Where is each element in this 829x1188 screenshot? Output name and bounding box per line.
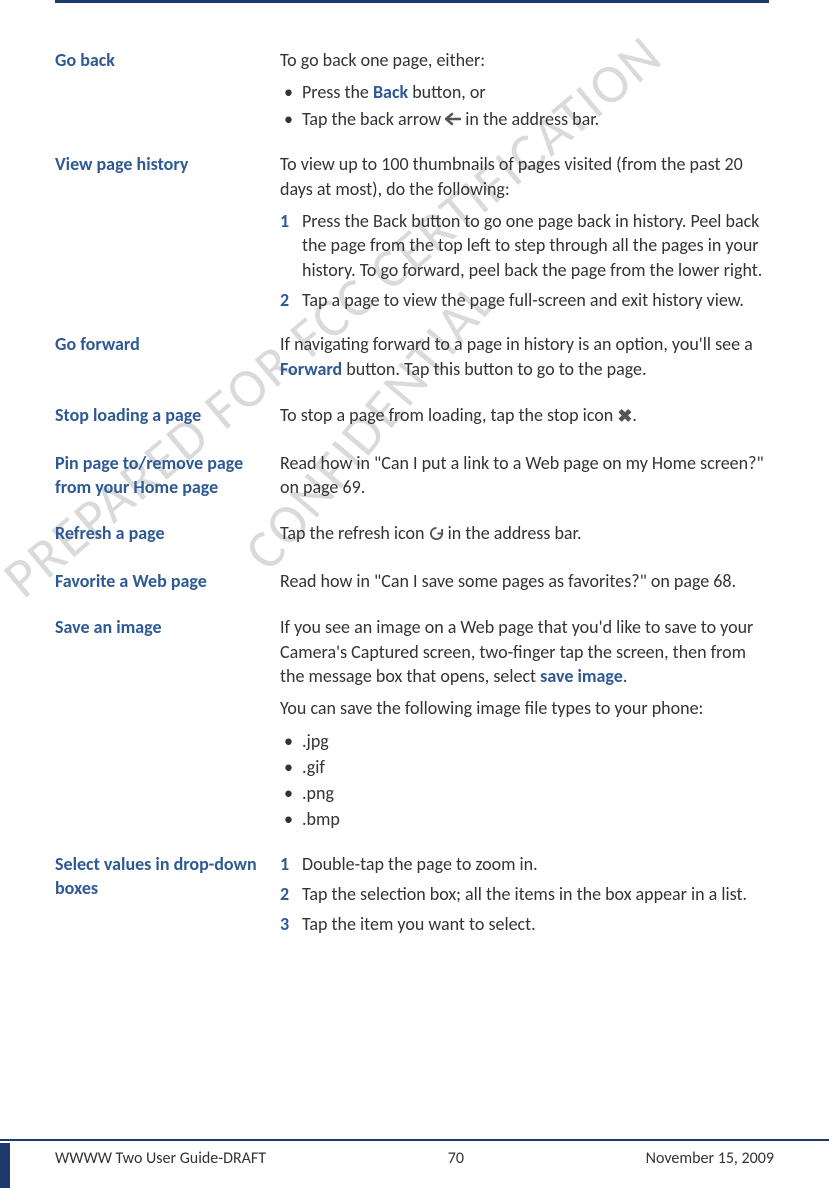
history-intro: To view up to 100 thumbnails of pages vi…	[280, 152, 769, 201]
section-refresh: Refresh a page Tap the refresh icon in t…	[55, 521, 769, 555]
filetype-jpg: .jpg	[302, 729, 769, 753]
saveimg-p1: If you see an image on a Web page that y…	[280, 615, 769, 688]
pin-text: Read how in "Can I put a link to a Web p…	[280, 451, 769, 500]
desc-favorite: Read how in "Can I save some pages as fa…	[280, 569, 769, 601]
text: To stop a page from loading, tap the sto…	[280, 404, 617, 426]
top-rule	[55, 0, 769, 3]
desc-pin-page: Read how in "Can I put a link to a Web p…	[280, 451, 769, 508]
text: Tap the refresh icon	[280, 522, 429, 544]
desc-go-back: To go back one page, either: Press the B…	[280, 48, 769, 138]
forward-text: If navigating forward to a page in histo…	[280, 332, 769, 381]
text: If navigating forward to a page in histo…	[280, 333, 753, 355]
text: in the address bar.	[444, 522, 582, 544]
label-refresh: Refresh a page	[55, 521, 280, 545]
section-go-forward: Go forward If navigating forward to a pa…	[55, 332, 769, 389]
history-step-2: Tap a page to view the page full-screen …	[302, 288, 769, 312]
content-body: Go back To go back one page, either: Pre…	[55, 48, 769, 943]
desc-stop-loading: To stop a page from loading, tap the sto…	[280, 403, 769, 437]
desc-view-history: To view up to 100 thumbnails of pages vi…	[280, 152, 769, 318]
desc-go-forward: If navigating forward to a page in histo…	[280, 332, 769, 389]
saveimg-p2: You can save the following image file ty…	[280, 696, 769, 720]
go-back-intro: To go back one page, either:	[280, 48, 769, 72]
footer-page-number: 70	[448, 1149, 464, 1168]
filetype-gif: .gif	[302, 755, 769, 779]
text: If you see an image on a Web page that y…	[280, 616, 753, 687]
section-stop-loading: Stop loading a page To stop a page from …	[55, 403, 769, 437]
label-go-back: Go back	[55, 48, 280, 72]
text: .	[632, 404, 637, 426]
keyword-forward: Forward	[280, 358, 342, 380]
label-favorite: Favorite a Web page	[55, 569, 280, 593]
go-back-bullet-2: Tap the back arrow in the address bar.	[302, 107, 769, 133]
text: .	[623, 665, 628, 687]
refresh-icon	[429, 523, 444, 547]
section-favorite: Favorite a Web page Read how in "Can I s…	[55, 569, 769, 601]
section-save-image: Save an image If you see an image on a W…	[55, 615, 769, 837]
label-stop-loading: Stop loading a page	[55, 403, 280, 427]
text: button, or	[408, 81, 486, 103]
filetype-bmp: .bmp	[302, 807, 769, 831]
text: Press the	[302, 81, 373, 103]
desc-dropdown: Double-tap the page to zoom in. Tap the …	[280, 852, 769, 943]
text: button. Tap this button to go to the pag…	[342, 358, 646, 380]
stop-text: To stop a page from loading, tap the sto…	[280, 403, 769, 429]
text: Tap the back arrow	[302, 108, 445, 130]
stop-icon: ✖	[617, 404, 632, 428]
label-pin-page: Pin page to/remove page from your Home p…	[55, 451, 280, 500]
label-dropdown: Select values in drop-down boxes	[55, 852, 280, 901]
favorite-text: Read how in "Can I save some pages as fa…	[280, 569, 769, 593]
go-back-bullet-1: Press the Back button, or	[302, 80, 769, 104]
footer-doc-title: WWWW Two User Guide-DRAFT	[55, 1149, 266, 1168]
label-go-forward: Go forward	[55, 332, 280, 356]
footer: WWWW Two User Guide-DRAFT 70 November 15…	[0, 1139, 829, 1168]
dropdown-step-3: Tap the item you want to select.	[302, 912, 769, 936]
section-go-back: Go back To go back one page, either: Pre…	[55, 48, 769, 138]
footer-date: November 15, 2009	[646, 1149, 774, 1168]
label-save-image: Save an image	[55, 615, 280, 639]
section-view-history: View page history To view up to 100 thum…	[55, 152, 769, 318]
section-pin-page: Pin page to/remove page from your Home p…	[55, 451, 769, 508]
keyword-back: Back	[373, 81, 408, 103]
text: in the address bar.	[461, 108, 599, 130]
keyword-save-image: save image	[540, 665, 623, 687]
history-step-1: Press the Back button to go one page bac…	[302, 209, 769, 282]
filetype-png: .png	[302, 781, 769, 805]
desc-save-image: If you see an image on a Web page that y…	[280, 615, 769, 837]
label-view-history: View page history	[55, 152, 280, 176]
dropdown-step-1: Double-tap the page to zoom in.	[302, 852, 769, 876]
section-dropdown: Select values in drop-down boxes Double-…	[55, 852, 769, 943]
desc-refresh: Tap the refresh icon in the address bar.	[280, 521, 769, 555]
dropdown-step-2: Tap the selection box; all the items in …	[302, 882, 769, 906]
refresh-text: Tap the refresh icon in the address bar.	[280, 521, 769, 547]
back-arrow-icon	[445, 108, 461, 132]
